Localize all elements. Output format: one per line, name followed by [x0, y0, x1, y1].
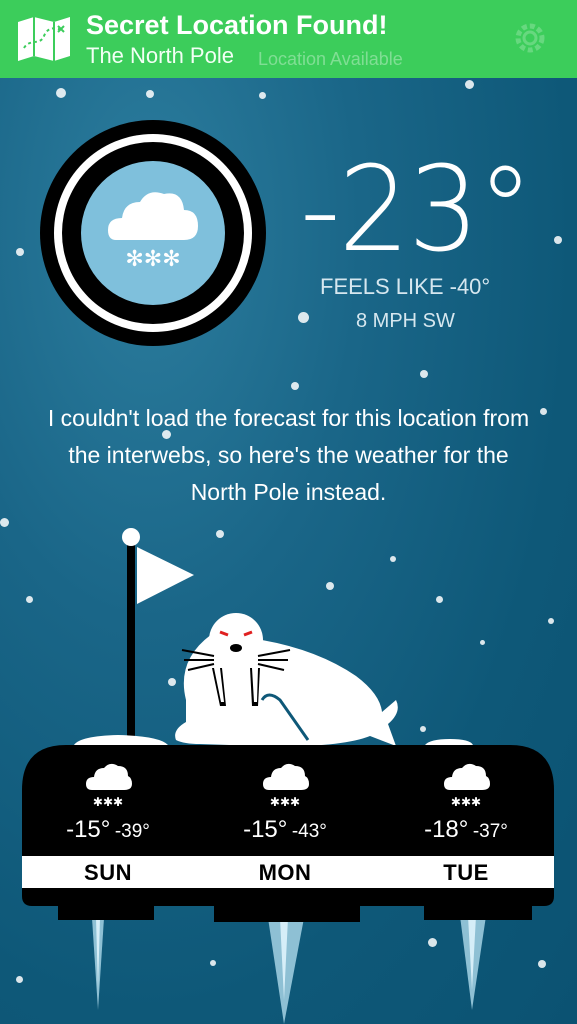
svg-text:✱✱✱: ✱✱✱ [451, 795, 481, 808]
current-temperature: -23° [300, 140, 533, 278]
walrus-illustration [175, 613, 398, 747]
snow-cloud-icon: ✱✱✱ [444, 763, 490, 808]
condition-badge: ✻✻✻ [40, 120, 266, 346]
feels-like-text: FEELS LIKE -40° [320, 274, 491, 299]
forecast-day-label: TUE [443, 860, 489, 885]
wind-text: 8 MPH SW [356, 310, 455, 332]
svg-text:✻✻✻: ✻✻✻ [125, 247, 180, 272]
svg-text:✱✱✱: ✱✱✱ [270, 795, 300, 808]
forecast-day-label: SUN [84, 860, 132, 885]
snow-cloud-icon: ✱✱✱ [263, 763, 309, 808]
map-icon [18, 17, 70, 61]
svg-text:✱✱✱: ✱✱✱ [93, 795, 123, 808]
gear-icon[interactable] [510, 18, 550, 58]
notification-title: Secret Location Found! [86, 10, 388, 40]
forecast-low: -39° [114, 821, 150, 842]
forecast-high: -15° [66, 816, 111, 843]
fallback-message: I couldn't load the forecast for this lo… [47, 405, 530, 505]
forecast-high: -15° [243, 816, 288, 843]
forecast-low: -37° [472, 821, 508, 842]
underlying-location-text: Location Available [258, 49, 403, 69]
forecast-day-label: MON [258, 860, 312, 885]
snow-cloud-icon: ✱✱✱ [86, 763, 132, 808]
forecast-day-sun: ✱✱✱ -15° -39° [23, 762, 193, 844]
notification-banner[interactable]: Secret Location Found! The North Pole Lo… [0, 0, 577, 78]
forecast-low: -43° [291, 821, 327, 842]
forecast-day-tue: ✱✱✱ -18° -37° [381, 762, 551, 844]
flag-icon [122, 528, 194, 740]
forecast-day-mon: ✱✱✱ -15° -43° [200, 762, 370, 844]
forecast-high: -18° [424, 816, 469, 843]
notification-subtitle: The North Pole [86, 43, 234, 68]
